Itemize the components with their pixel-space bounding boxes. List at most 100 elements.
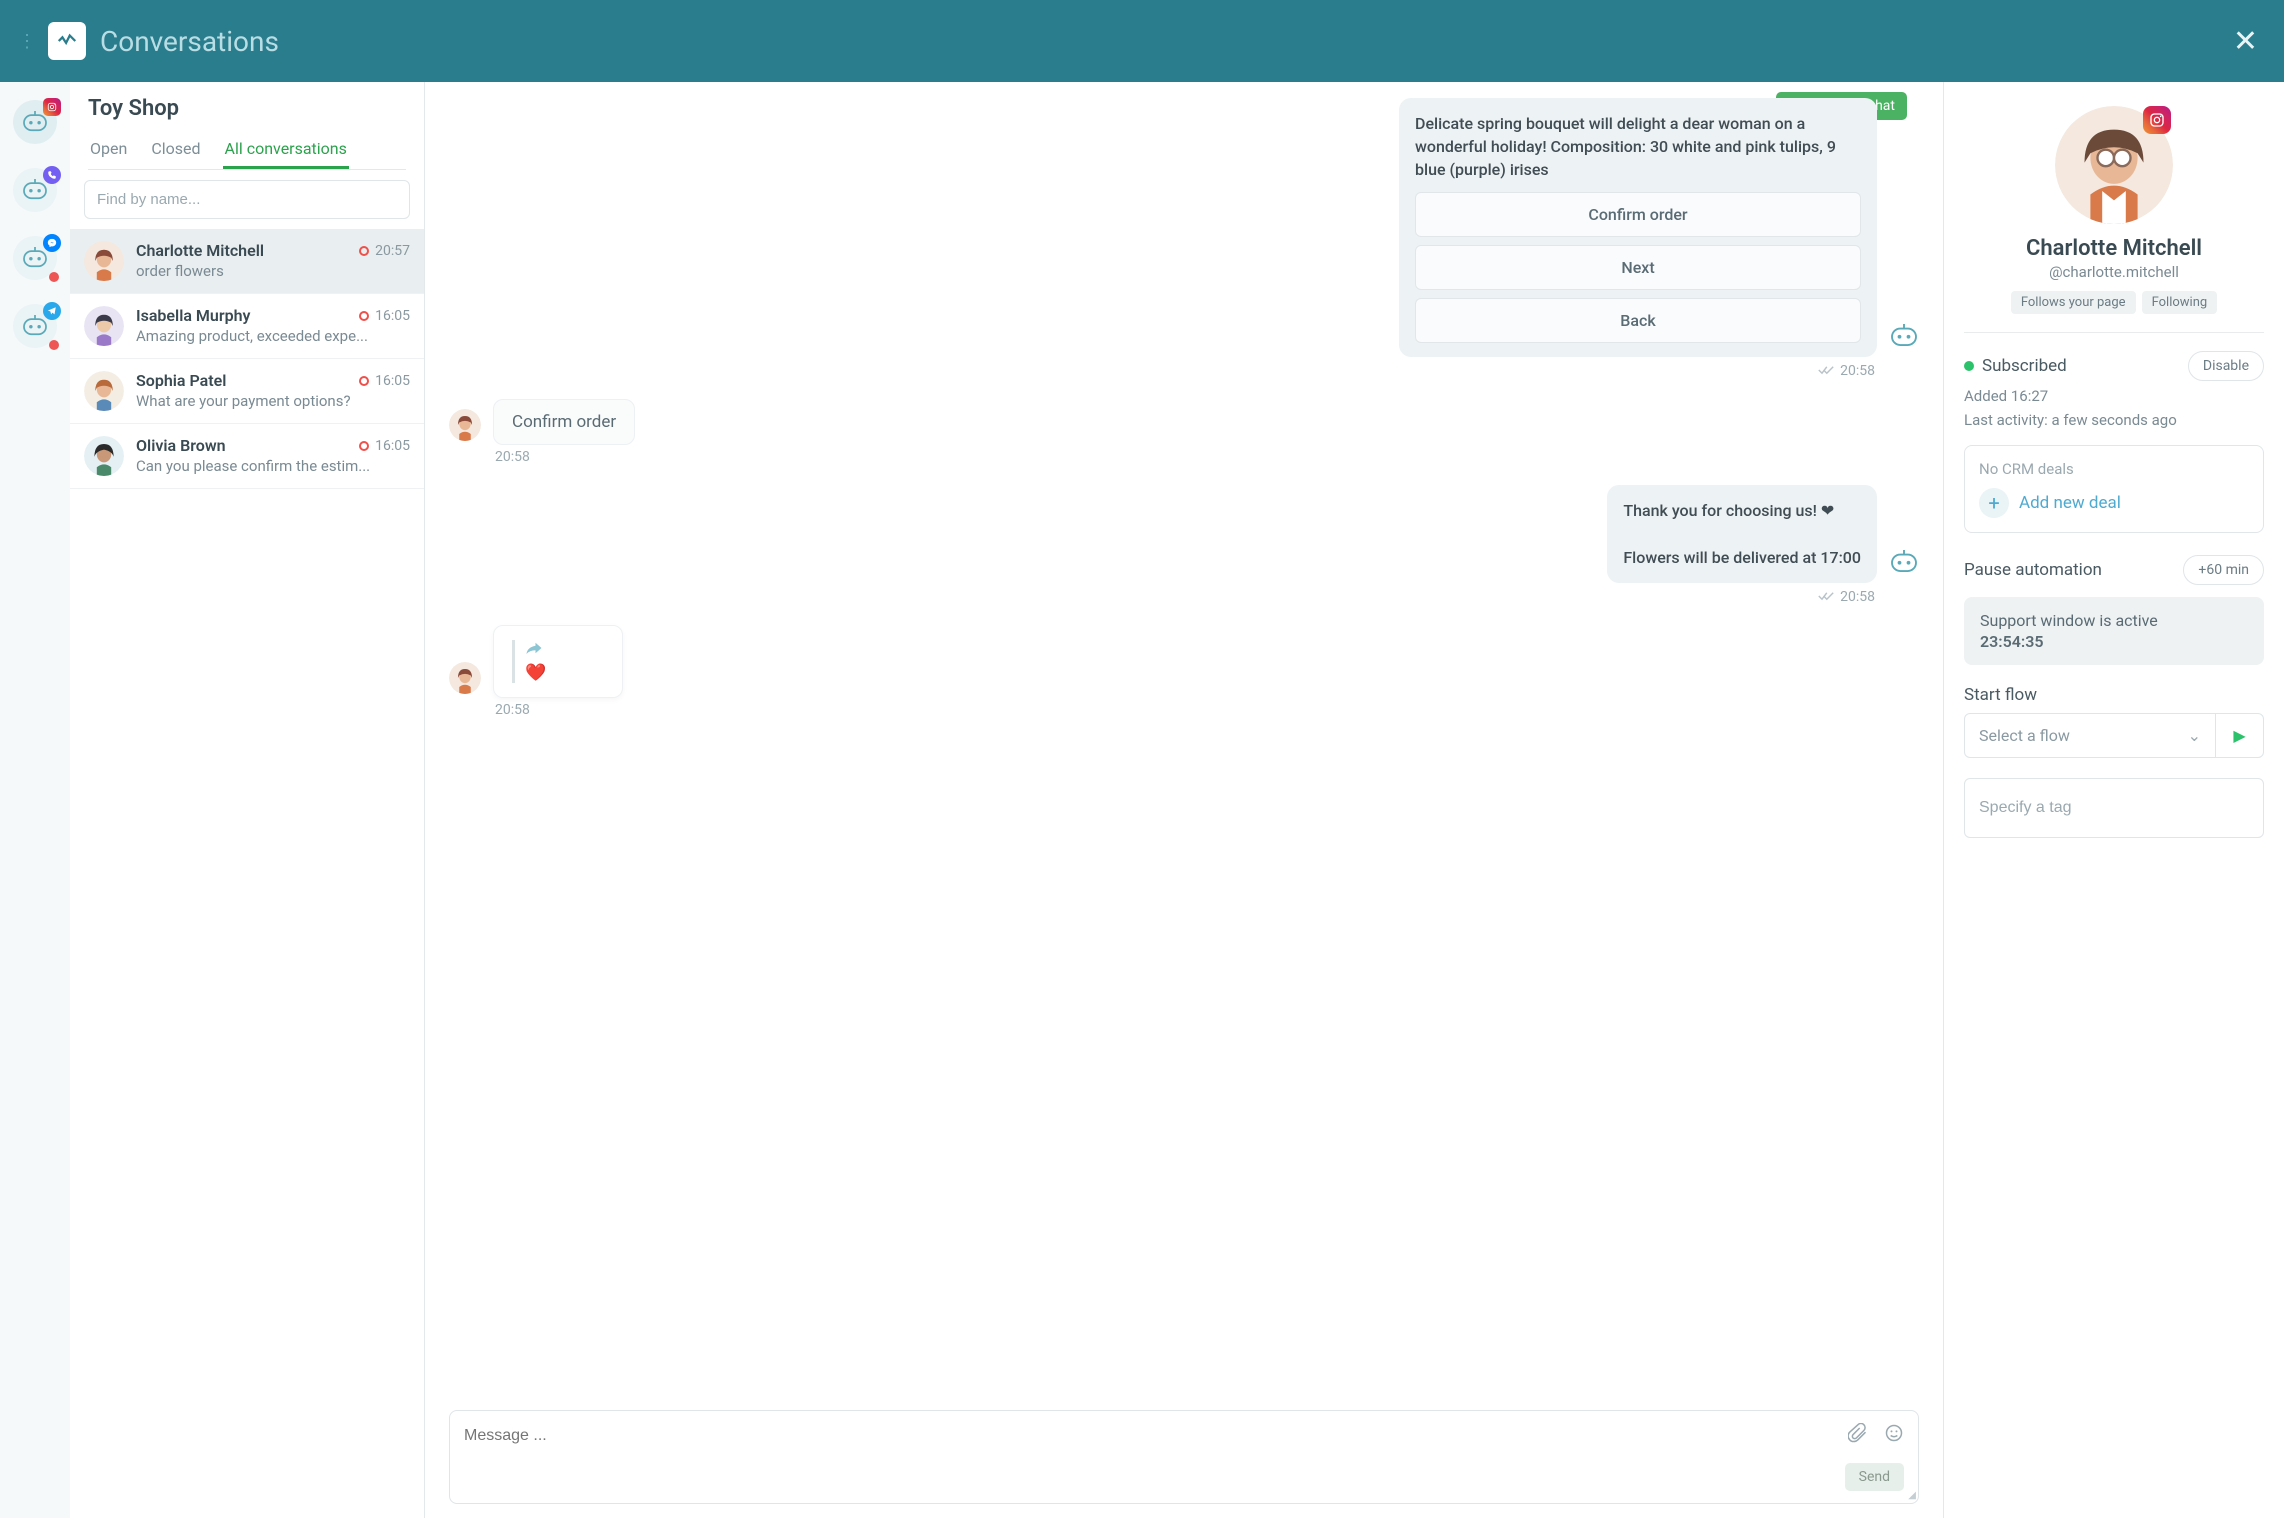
avatar: [84, 241, 124, 281]
pill-follows-your-page: Follows your page: [2011, 291, 2136, 314]
list-tabs: Open Closed All conversations: [88, 131, 406, 170]
quick-reply-button[interactable]: Next: [1415, 245, 1861, 290]
message-input[interactable]: [464, 1427, 1848, 1445]
avatar: [449, 662, 481, 694]
unread-ring-icon: [359, 246, 369, 256]
shop-name: Toy Shop: [88, 96, 406, 121]
message-timestamp: 20:58: [1818, 589, 1875, 605]
message-text: Delicate spring bouquet will delight a d…: [1415, 112, 1861, 182]
tab-open[interactable]: Open: [88, 131, 129, 169]
subscribed-label: Subscribed: [1982, 356, 2067, 376]
conversation-item[interactable]: Charlotte Mitchell 20:57 order flowers: [70, 229, 424, 294]
unread-ring-icon: [359, 441, 369, 451]
message-time: 16:05: [375, 438, 410, 454]
channel-rail: [0, 82, 70, 1518]
message-preview: Amazing product, exceeded expe...: [136, 327, 410, 345]
send-button[interactable]: Send: [1845, 1463, 1904, 1491]
tab-all-conversations[interactable]: All conversations: [223, 131, 349, 169]
channel-viber[interactable]: [13, 168, 57, 212]
contact-name: Charlotte Mitchell: [136, 241, 264, 260]
resize-handle-icon[interactable]: ◢: [1908, 1490, 1916, 1501]
support-window-box: Support window is active 23:54:35: [1964, 597, 2264, 665]
viber-icon: [43, 166, 61, 184]
message-text: Confirm order: [493, 399, 635, 445]
unread-ring-icon: [359, 311, 369, 321]
message-time: 16:05: [375, 373, 410, 389]
read-receipt-icon: [1818, 590, 1834, 604]
channel-instagram[interactable]: [13, 100, 57, 144]
quick-reply-button[interactable]: Back: [1415, 298, 1861, 343]
contact-handle: @charlotte.mitchell: [1964, 263, 2264, 281]
contact-details: Charlotte Mitchell @charlotte.mitchell F…: [1944, 82, 2284, 1518]
bot-message: Delicate spring bouquet will delight a d…: [1399, 98, 1919, 357]
add-deal-button[interactable]: + Add new deal: [1979, 488, 2249, 518]
disable-button[interactable]: Disable: [2188, 351, 2264, 381]
conversation-item[interactable]: Olivia Brown 16:05 Can you please confir…: [70, 424, 424, 489]
user-message: Confirm order: [449, 399, 635, 445]
plus-icon: +: [1979, 488, 2009, 518]
message-preview: Can you please confirm the estim...: [136, 457, 410, 475]
flow-select[interactable]: Select a flow ⌄: [1964, 713, 2216, 758]
emoji-icon[interactable]: [1884, 1423, 1904, 1448]
instagram-icon: [43, 98, 61, 116]
telegram-icon: [43, 302, 61, 320]
reaction-emoji: ❤️: [525, 663, 604, 683]
attachment-icon[interactable]: [1848, 1423, 1868, 1448]
instagram-icon: [2143, 106, 2171, 134]
avatar: [84, 306, 124, 346]
added-time: Added 16:27: [1964, 387, 2264, 405]
avatar: [84, 436, 124, 476]
drag-handle-icon[interactable]: ⋮: [18, 31, 34, 52]
start-flow-label: Start flow: [1964, 685, 2264, 705]
close-icon[interactable]: ✕: [2225, 20, 2266, 63]
message-text: Thank you for choosing us! ❤ Flowers wil…: [1623, 499, 1861, 569]
message-timestamp: 20:58: [495, 449, 1919, 465]
status-dot-icon: [1964, 361, 1974, 371]
add-deal-label: Add new deal: [2019, 493, 2121, 513]
contact-name: Sophia Patel: [136, 371, 226, 390]
app-logo: [48, 22, 86, 60]
message-preview: order flowers: [136, 262, 410, 280]
page-title: Conversations: [100, 25, 2211, 58]
tab-closed[interactable]: Closed: [149, 131, 202, 169]
contact-name: Charlotte Mitchell: [1964, 236, 2264, 261]
message-composer[interactable]: Send ◢: [449, 1410, 1919, 1504]
pause-60min-button[interactable]: +60 min: [2183, 555, 2264, 585]
chat-panel: ✓ Close the chat Delicate spring bouquet…: [425, 82, 1944, 1518]
search-input[interactable]: [84, 180, 410, 219]
support-window-timer: 23:54:35: [1980, 632, 2248, 651]
quick-reply-button[interactable]: Confirm order: [1415, 192, 1861, 237]
bot-icon: [1889, 323, 1919, 349]
unread-dot: [49, 272, 59, 282]
pause-automation-label: Pause automation: [1964, 559, 2102, 581]
bot-icon: [1889, 549, 1919, 575]
contact-name: Isabella Murphy: [136, 306, 250, 325]
conversation-item[interactable]: Sophia Patel 16:05 What are your payment…: [70, 359, 424, 424]
avatar: [449, 409, 481, 441]
conversation-list: Toy Shop Open Closed All conversations C…: [70, 82, 425, 1518]
read-receipt-icon: [1818, 364, 1834, 378]
run-flow-button[interactable]: ▶: [2216, 713, 2264, 758]
messenger-icon: [43, 234, 61, 252]
message-preview: What are your payment options?: [136, 392, 410, 410]
last-activity: Last activity: a few seconds ago: [1964, 411, 2264, 429]
unread-ring-icon: [359, 376, 369, 386]
chevron-down-icon: ⌄: [2188, 726, 2201, 745]
unread-dot: [49, 340, 59, 350]
tag-input[interactable]: [1964, 778, 2264, 838]
message-timestamp: 20:58: [495, 702, 1919, 718]
user-reaction-message: ❤️: [449, 625, 623, 698]
conversation-item[interactable]: Isabella Murphy 16:05 Amazing product, e…: [70, 294, 424, 359]
flow-select-placeholder: Select a flow: [1979, 726, 2070, 745]
share-icon: [525, 640, 604, 659]
titlebar: ⋮ Conversations ✕: [0, 0, 2284, 82]
message-time: 16:05: [375, 308, 410, 324]
channel-telegram[interactable]: [13, 304, 57, 348]
avatar: [84, 371, 124, 411]
channel-facebook[interactable]: [13, 236, 57, 280]
pill-following: Following: [2142, 291, 2218, 314]
contact-name: Olivia Brown: [136, 436, 226, 455]
support-window-text: Support window is active: [1980, 611, 2248, 630]
bot-message: Thank you for choosing us! ❤ Flowers wil…: [1607, 485, 1919, 583]
crm-empty: No CRM deals: [1979, 460, 2249, 478]
